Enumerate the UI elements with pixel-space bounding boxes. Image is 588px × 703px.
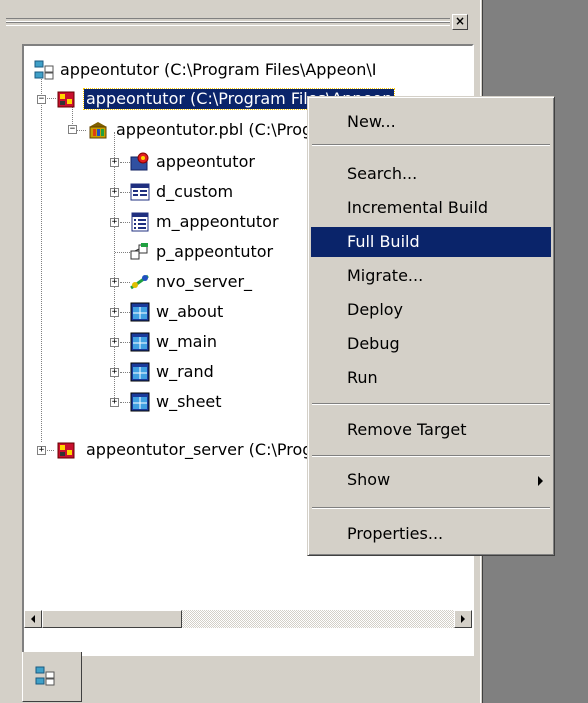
- expand-toggle[interactable]: +: [110, 188, 119, 197]
- expand-toggle[interactable]: +: [110, 158, 119, 167]
- pipeline-icon: [130, 243, 148, 260]
- object-label: d_custom: [156, 182, 234, 201]
- submenu-arrow-icon: [538, 476, 543, 486]
- object-label: appeontutor: [156, 152, 255, 171]
- target-icon: [57, 442, 75, 459]
- application-icon: [130, 152, 149, 171]
- tree-item-workspace-label: appeontutor (C:\Program Files\Appeon\I: [60, 60, 377, 79]
- expand-toggle[interactable]: +: [110, 338, 119, 347]
- expand-toggle[interactable]: +: [110, 308, 119, 317]
- scroll-right-button[interactable]: [454, 610, 472, 628]
- menu-object-icon: [131, 212, 149, 232]
- collapse-toggle[interactable]: −: [37, 95, 46, 104]
- expand-toggle[interactable]: +: [37, 446, 46, 455]
- object-label: w_rand: [156, 362, 214, 381]
- object-label: w_about: [156, 302, 224, 321]
- object-label: w_main: [156, 332, 218, 351]
- object-label: nvo_server_: [156, 272, 253, 291]
- scroll-thumb[interactable]: [42, 610, 182, 628]
- menu-item-show-label: Show: [347, 470, 391, 489]
- arrow-right-icon: [461, 615, 465, 623]
- object-label: w_sheet: [156, 392, 222, 411]
- horizontal-scrollbar[interactable]: [24, 610, 472, 628]
- expand-toggle[interactable]: +: [110, 368, 119, 377]
- collapse-toggle[interactable]: −: [68, 125, 77, 134]
- object-label: m_appeontutor: [156, 212, 279, 231]
- menu-item-remove-target[interactable]: Remove Target: [311, 415, 551, 445]
- target-icon: [57, 91, 75, 108]
- expand-toggle[interactable]: +: [110, 278, 119, 287]
- window-icon: [130, 362, 150, 382]
- menu-item-incremental-build[interactable]: Incremental Build: [311, 193, 551, 223]
- menu-item-search[interactable]: Search...: [311, 159, 551, 189]
- context-menu: New... Search... Incremental Build Full …: [307, 96, 555, 556]
- menu-separator: [312, 507, 550, 509]
- workspace-icon: [35, 666, 55, 686]
- object-label: p_appeontutor: [156, 242, 274, 261]
- menu-item-deploy[interactable]: Deploy: [311, 295, 551, 325]
- window-icon: [130, 392, 150, 412]
- datawindow-icon: [130, 183, 150, 201]
- workspace-icon: [34, 60, 54, 80]
- menu-item-properties[interactable]: Properties...: [311, 519, 551, 549]
- close-button[interactable]: ×: [452, 14, 468, 30]
- library-icon: [89, 122, 107, 139]
- menu-separator: [312, 144, 550, 146]
- menu-separator: [312, 455, 550, 457]
- expand-toggle[interactable]: +: [110, 398, 119, 407]
- menu-item-debug[interactable]: Debug: [311, 329, 551, 359]
- menu-item-full-build[interactable]: Full Build: [311, 227, 551, 257]
- arrow-left-icon: [31, 615, 35, 623]
- menu-item-run[interactable]: Run: [311, 363, 551, 393]
- window-icon: [130, 302, 150, 322]
- scroll-left-button[interactable]: [24, 610, 42, 628]
- menu-item-show[interactable]: Show: [311, 465, 551, 495]
- panel-title-grip[interactable]: [6, 14, 452, 32]
- close-icon: ×: [454, 14, 466, 28]
- expand-toggle[interactable]: +: [110, 218, 119, 227]
- menu-item-new[interactable]: New...: [311, 107, 551, 137]
- menu-separator: [312, 403, 550, 405]
- userobject-icon: [130, 274, 149, 290]
- window-icon: [130, 332, 150, 352]
- menu-item-migrate[interactable]: Migrate...: [311, 261, 551, 291]
- system-tree-tab[interactable]: [22, 652, 82, 702]
